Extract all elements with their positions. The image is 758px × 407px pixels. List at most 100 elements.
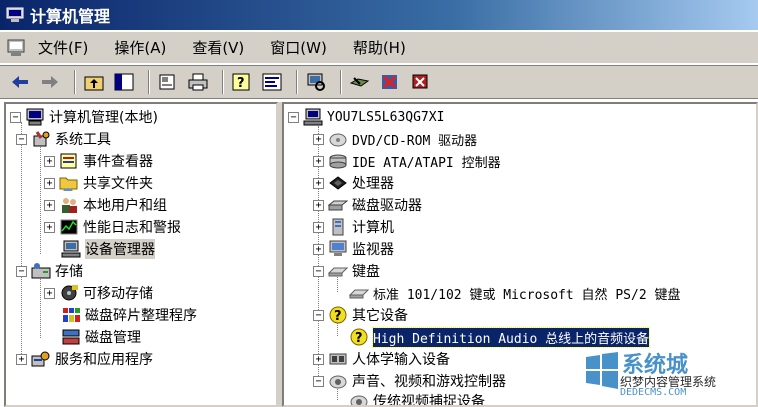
collapse-icon[interactable]: − (313, 375, 324, 387)
forward-arrow-icon[interactable] (38, 70, 62, 94)
tree-node-disk-defragmenter[interactable]: 磁盘碎片整理程序 (61, 304, 197, 326)
menu-help[interactable]: 帮助(H) (353, 37, 406, 58)
tree-node-video-capture[interactable]: 传统视频捕捉设备 (349, 390, 485, 407)
expand-icon[interactable]: + (44, 221, 55, 233)
unknown-device-icon: ? (328, 306, 348, 324)
tree-node-label: 计算机管理(本地) (49, 110, 158, 126)
tree-node-other-devices[interactable]: − ? 其它设备 (313, 304, 408, 326)
menu-bar: 文件(F) 操作(A) 查看(V) 窗口(W) 帮助(H) (0, 32, 758, 64)
tree-node-label: DVD/CD-ROM 驱动器 (352, 133, 478, 149)
tree-node-event-viewer[interactable]: + 事件查看器 (44, 150, 153, 172)
update-driver-icon[interactable] (348, 70, 372, 94)
menu-file[interactable]: 文件(F) (38, 37, 88, 58)
tree-node-label: 系统工具 (55, 132, 111, 148)
menu-action[interactable]: 操作(A) (114, 37, 166, 58)
expand-icon[interactable]: + (16, 353, 27, 365)
expand-icon[interactable]: + (44, 177, 55, 189)
tree-node-device-manager[interactable]: 设备管理器 (61, 238, 155, 260)
tree-node-system-tools[interactable]: − 系统工具 (16, 128, 111, 150)
svg-text:?: ? (334, 309, 342, 324)
tree-node-label: 本地用户和组 (83, 198, 167, 214)
tree-node-services-applications[interactable]: + 服务和应用程序 (16, 348, 153, 370)
document-icon[interactable] (6, 39, 28, 57)
toolbar-separator (340, 70, 342, 94)
expand-icon[interactable]: + (44, 287, 55, 299)
tree-node-computer[interactable]: + 计算机 (313, 216, 394, 238)
svg-text:?: ? (355, 331, 363, 346)
uninstall-device-icon[interactable] (408, 70, 432, 94)
expand-icon[interactable]: + (313, 133, 324, 145)
tree-node-storage[interactable]: − 存储 (16, 260, 83, 282)
expand-icon[interactable]: + (313, 155, 324, 167)
tree-node-disk-drives[interactable]: + 磁盘驱动器 (313, 194, 422, 216)
tree-node-dvd[interactable]: + DVD/CD-ROM 驱动器 (313, 128, 477, 150)
collapse-icon[interactable]: − (16, 133, 27, 145)
tree-node-hid[interactable]: + 人体学输入设备 (313, 348, 450, 370)
expand-icon[interactable]: + (313, 353, 324, 365)
tree-node-label: 传统视频捕捉设备 (373, 394, 485, 407)
back-arrow-icon[interactable] (8, 70, 32, 94)
tree-node-label: 人体学输入设备 (352, 352, 450, 368)
event-viewer-icon (59, 152, 79, 170)
collapse-icon[interactable]: − (10, 111, 21, 123)
watermark-line2: DEDECMS.COM (620, 387, 687, 398)
up-folder-icon[interactable] (82, 70, 106, 94)
tree-node-monitors[interactable]: + 监视器 (313, 238, 394, 260)
tree-node-label: 磁盘管理 (85, 330, 141, 346)
collapse-icon[interactable]: − (313, 309, 324, 321)
tree-node-standard-keyboard[interactable]: 标准 101/102 键或 Microsoft 自然 PS/2 键盘 (348, 282, 681, 304)
tree-node-processor[interactable]: + 处理器 (313, 172, 394, 194)
disable-device-icon[interactable] (378, 70, 402, 94)
expand-icon[interactable]: + (44, 155, 55, 167)
toolbar: ? (0, 65, 758, 99)
computer-management-icon (25, 108, 45, 126)
unknown-device-icon: ? (349, 328, 369, 346)
sound-icon (328, 372, 348, 390)
defrag-icon (61, 306, 81, 324)
tree-node-ide[interactable]: + IDE ATA/ATAPI 控制器 (313, 150, 501, 172)
expand-icon[interactable]: + (313, 199, 324, 211)
scan-hardware-icon[interactable] (304, 70, 328, 94)
tree-node-shared-folders[interactable]: + 共享文件夹 (44, 172, 153, 194)
tree-node-keyboards[interactable]: − 键盘 (313, 260, 380, 282)
properties-icon[interactable] (156, 70, 180, 94)
tree-node-label: 存储 (55, 264, 83, 280)
show-hide-tree-icon[interactable] (112, 70, 136, 94)
tree-node-label: 处理器 (352, 176, 394, 192)
toolbar-separator (296, 70, 298, 94)
windows-logo-icon (586, 352, 618, 389)
expand-icon[interactable]: + (313, 177, 324, 189)
sound-icon (349, 392, 369, 405)
menu-window[interactable]: 窗口(W) (270, 37, 327, 58)
collapse-icon[interactable]: − (313, 265, 324, 277)
device-manager-icon (61, 240, 81, 258)
disk-drive-icon (327, 196, 349, 214)
tree-node-label: 键盘 (352, 264, 380, 280)
tree-node-performance-logs[interactable]: + 性能日志和警报 (44, 216, 181, 238)
shared-folder-icon (59, 174, 79, 192)
tree-node-removable-storage[interactable]: + 可移动存储 (44, 282, 153, 304)
menu-view[interactable]: 查看(V) (192, 37, 244, 58)
collapse-icon[interactable]: − (288, 111, 299, 123)
tree-node-label: 监视器 (352, 242, 394, 258)
tree-node-sound-video[interactable]: − 声音、视频和游戏控制器 (313, 370, 506, 392)
print-icon[interactable] (186, 70, 210, 94)
title-bar[interactable]: 计算机管理 (0, 0, 758, 30)
tree-node-computer-root[interactable]: − YOU7LS5L63QG7XI (288, 106, 444, 128)
tree-node-label: 磁盘驱动器 (352, 198, 422, 214)
tree-node-disk-management[interactable]: 磁盘管理 (61, 326, 141, 348)
expand-icon[interactable]: + (44, 199, 55, 211)
tree-node-label: 共享文件夹 (83, 176, 153, 192)
help-icon[interactable]: ? (230, 70, 254, 94)
collapse-icon[interactable]: − (16, 265, 27, 277)
tree-node-label: 计算机 (352, 220, 394, 236)
console-tree-pane: − 计算机管理(本地) − 系统工具 + 事件查看器 + 共享文件夹 + 本地用… (4, 102, 278, 407)
console-tree-icon[interactable] (260, 70, 284, 94)
tree-node-local-users[interactable]: + 本地用户和组 (44, 194, 167, 216)
expand-icon[interactable]: + (313, 221, 324, 233)
tree-node-computer-management[interactable]: − 计算机管理(本地) (10, 106, 158, 128)
performance-icon (59, 218, 79, 236)
dvd-icon (328, 130, 348, 148)
computer-icon (303, 108, 323, 126)
expand-icon[interactable]: + (313, 243, 324, 255)
